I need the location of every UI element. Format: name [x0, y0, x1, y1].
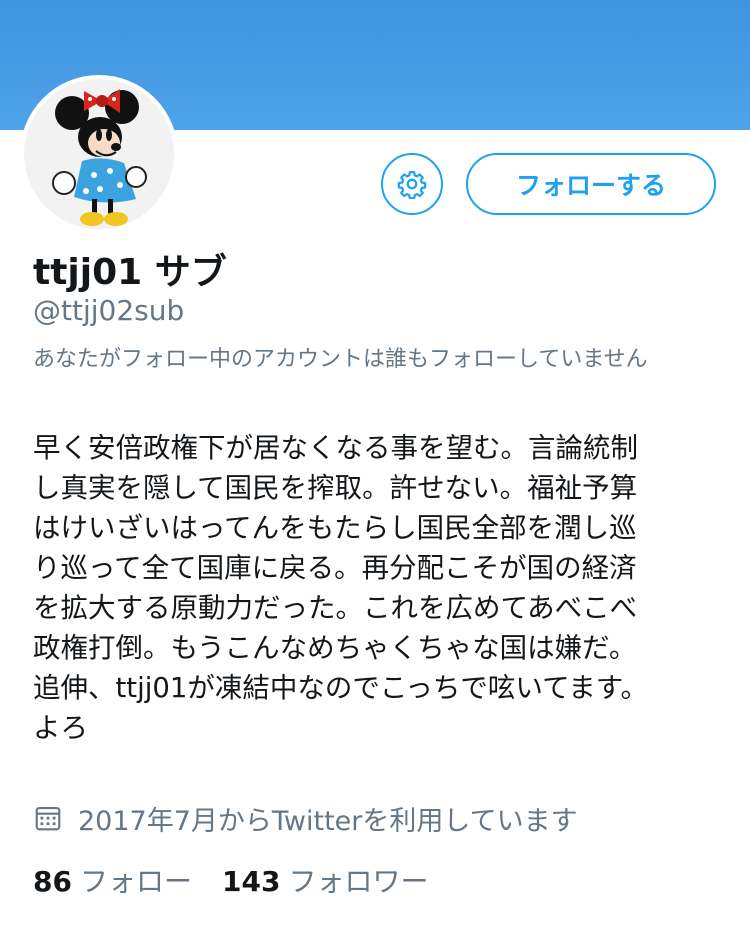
- following-count[interactable]: 86: [33, 865, 72, 898]
- follow-button[interactable]: フォローする: [466, 153, 716, 215]
- bio-line: り巡って全て国庫に戻る。再分配こそが国の経済: [33, 552, 637, 584]
- bio-line: 追伸、ttjj01が凍結中なのでこっちで呟いてます。: [33, 672, 648, 704]
- avatar[interactable]: [20, 75, 178, 233]
- bio-line: 早く安倍政権下が居なくなる事を望む。言論統制: [33, 432, 638, 464]
- bio: 早く安倍政権下が居なくなる事を望む。言論統制 し真実を隠して国民を搾取。許せない…: [33, 428, 723, 748]
- user-handle: @ttjj02sub: [33, 294, 185, 327]
- followers-count[interactable]: 143: [222, 865, 280, 898]
- display-name: ttjj01 サブ: [33, 252, 227, 293]
- follow-context: あなたがフォロー中のアカウントは誰もフォローしていません: [33, 347, 648, 372]
- join-date-text: 2017年7月からTwitterを利用しています: [78, 805, 578, 837]
- follow-stats: 86 フォロー 143 フォロワー: [33, 860, 458, 900]
- bio-line: よろ: [33, 712, 88, 744]
- following-label[interactable]: フォロー: [80, 860, 192, 900]
- bio-line: し真実を隠して国民を搾取。許せない。福祉予算: [33, 472, 638, 504]
- followers-label[interactable]: フォロワー: [288, 860, 428, 900]
- settings-button[interactable]: [381, 153, 443, 215]
- bio-line: を拡大する原動力だった。これを広めてあべこべ: [33, 592, 638, 624]
- bio-line: 政権打倒。もうこんなめちゃくちゃな国は嫌だ。: [33, 632, 637, 664]
- avatar-image: [24, 79, 174, 229]
- calendar-icon: [35, 806, 61, 831]
- gear-icon: [397, 171, 427, 199]
- join-date: 2017年7月からTwitterを利用しています: [33, 799, 578, 837]
- bio-line: はけいざいはってんをもたらし国民全部を潤し巡: [33, 512, 637, 544]
